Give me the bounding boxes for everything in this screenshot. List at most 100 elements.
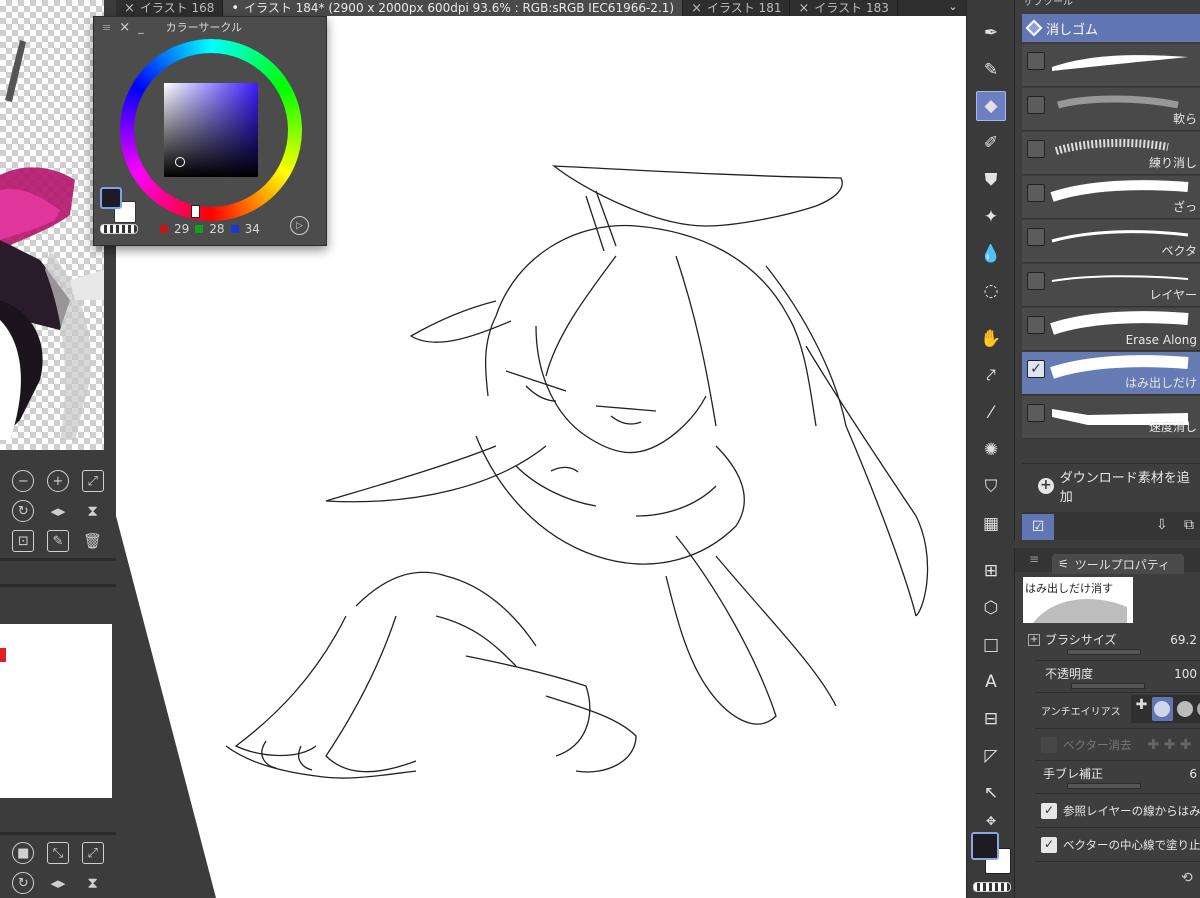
fill-bucket-icon[interactable]: ⛉: [976, 472, 1006, 502]
color-circle-panel: ≡ × _ カラーサークル 29 28 34 ▷: [93, 16, 327, 246]
flip-horizontal-button-2[interactable]: ◂▸: [47, 872, 69, 894]
edit-preview-button[interactable]: ✎: [46, 530, 69, 552]
gradient-icon[interactable]: ▦: [976, 509, 1006, 539]
flip-horizontal-button[interactable]: ◂▸: [47, 500, 69, 522]
brush-item[interactable]: ベクタ: [1022, 220, 1200, 263]
vector-centerline-checkbox[interactable]: ✓: [1041, 837, 1057, 853]
eyedropper-icon[interactable]: ⁄: [976, 398, 1006, 428]
brush-checkbox[interactable]: [1027, 404, 1045, 422]
burst-icon[interactable]: ✺: [976, 435, 1006, 465]
tab-illust-183[interactable]: × イラスト 183: [790, 0, 898, 16]
tab-illust-181[interactable]: × イラスト 181: [683, 0, 791, 16]
blend-drop-icon[interactable]: 💧: [976, 239, 1006, 269]
object-select-icon[interactable]: ↖: [976, 778, 1006, 808]
menu-icon[interactable]: ≡: [102, 21, 111, 34]
color-picker-cursor[interactable]: [175, 157, 185, 167]
fit-navigator-button[interactable]: ⤡: [46, 842, 69, 864]
brush-item[interactable]: 速度消し: [1022, 396, 1200, 439]
vector-erase-checkbox: [1041, 737, 1057, 753]
transparent-color-swatch[interactable]: [973, 882, 1011, 892]
fit-button[interactable]: ⤢: [81, 470, 104, 492]
zoom-in-button[interactable]: +: [46, 470, 69, 492]
opacity-row[interactable]: 不透明度 100: [1041, 665, 1200, 689]
navigator-preview[interactable]: [0, 0, 104, 450]
play-icon[interactable]: ▷: [290, 216, 309, 235]
expand-icon[interactable]: +: [1028, 634, 1040, 646]
sparkle-icon[interactable]: ✦: [976, 202, 1006, 232]
brush-checkbox[interactable]: [1027, 272, 1045, 290]
transparent-color-swatch[interactable]: [100, 224, 138, 234]
antialias-none-icon[interactable]: ✚: [1133, 697, 1150, 721]
sub-view-preview[interactable]: [0, 624, 112, 798]
rectangle-icon[interactable]: □: [976, 630, 1006, 660]
rotate-reset-button[interactable]: ↻: [12, 500, 35, 522]
pencil-icon[interactable]: ✎: [976, 55, 1006, 85]
download-material-button[interactable]: + ダウンロード素材を追加: [1022, 463, 1200, 507]
lasso-icon[interactable]: ◌: [976, 276, 1006, 306]
antialias-weak-icon[interactable]: [1152, 697, 1173, 721]
eraser-icon[interactable]: ◆: [976, 91, 1006, 121]
brush-checkbox-checked[interactable]: ✓: [1027, 360, 1045, 378]
main-color-swatch[interactable]: [971, 832, 999, 860]
subtool-group-eraser[interactable]: 消しゴム: [1022, 14, 1200, 42]
brush-item[interactable]: 軟ら: [1022, 88, 1200, 131]
chevron-down-icon[interactable]: ⌄: [940, 0, 966, 16]
stabilization-slider[interactable]: [1067, 783, 1141, 789]
reference-layer-checkbox[interactable]: ✓: [1041, 803, 1057, 819]
antialias-medium-icon[interactable]: [1175, 697, 1195, 721]
stamp-icon[interactable]: ⛊: [976, 165, 1006, 195]
brush-item-selected[interactable]: ✓ はみ出しだけ: [1022, 352, 1200, 395]
brush-item[interactable]: Erase Along: [1022, 308, 1200, 351]
minimize-icon[interactable]: _: [138, 21, 144, 34]
subview-row-2: ↻ ◂▸ ⧗: [0, 868, 116, 898]
brush-item[interactable]: ざっ: [1022, 176, 1200, 219]
tab-tool-property[interactable]: ⚟ ツールプロパティ: [1052, 554, 1184, 574]
brush-checkbox[interactable]: [1027, 96, 1045, 114]
frame-icon[interactable]: ⊟: [976, 704, 1006, 734]
close-icon[interactable]: ×: [798, 2, 809, 15]
tab-illust-184[interactable]: • イラスト 184* (2900 x 2000px 600dpi 93.6% :…: [223, 0, 684, 16]
new-preview-button[interactable]: ⊡: [12, 530, 35, 552]
perspective-grid-icon[interactable]: ⊞: [976, 556, 1006, 586]
brush-size-slider[interactable]: [1067, 649, 1141, 655]
marker-icon[interactable]: ✐: [976, 128, 1006, 158]
brush-item[interactable]: 練り消し: [1022, 132, 1200, 175]
zoom-out-button[interactable]: −: [12, 470, 35, 492]
brush-checkbox[interactable]: [1027, 140, 1045, 158]
brush-item[interactable]: レイヤー: [1022, 264, 1200, 307]
expand-button[interactable]: ⤢: [81, 842, 104, 864]
vector-centerline-row[interactable]: ✓ ベクターの中心線で塗り止: [1041, 834, 1200, 856]
import-icon[interactable]: ⇩: [1156, 517, 1168, 533]
subtool-select-icon[interactable]: ☑: [1022, 514, 1054, 540]
delete-preview-button[interactable]: 🗑: [82, 530, 104, 552]
pen-nib-icon[interactable]: ✒: [976, 18, 1006, 48]
hand-icon[interactable]: ✋: [976, 324, 1006, 354]
flip-vertical-button[interactable]: ⧗: [82, 500, 104, 522]
line-art-sketch: [225, 165, 929, 779]
ruler-icon[interactable]: ◸: [976, 741, 1006, 771]
brush-checkbox[interactable]: [1027, 184, 1045, 202]
text-icon[interactable]: A: [976, 667, 1006, 697]
restore-default-icon[interactable]: ⟲: [1181, 870, 1193, 886]
brush-checkbox[interactable]: [1027, 228, 1045, 246]
brush-checkbox[interactable]: [1027, 316, 1045, 334]
reference-layer-row[interactable]: ✓ 参照レイヤーの線からはみ出: [1041, 800, 1200, 822]
close-icon[interactable]: ×: [124, 2, 135, 15]
duplicate-icon[interactable]: ⧉: [1184, 517, 1194, 533]
stop-icon[interactable]: ■: [12, 842, 35, 864]
3d-cube-icon[interactable]: ⬡: [976, 593, 1006, 623]
brush-size-row[interactable]: + ブラシサイズ 69.2: [1028, 631, 1200, 655]
bezier-icon[interactable]: ⤤: [976, 361, 1006, 391]
main-color-swatch[interactable]: [100, 187, 122, 209]
close-icon[interactable]: ×: [119, 20, 130, 35]
opacity-slider[interactable]: [1071, 683, 1145, 689]
flip-vertical-button-2[interactable]: ⧗: [82, 872, 104, 894]
hue-marker[interactable]: [191, 205, 200, 218]
stabilization-row[interactable]: 手ブレ補正 6: [1041, 765, 1200, 789]
brush-checkbox[interactable]: [1027, 52, 1045, 70]
menu-icon[interactable]: ≡: [1029, 552, 1039, 566]
rotate-reset-button-2[interactable]: ↻: [12, 872, 35, 894]
tab-illust-168[interactable]: × イラスト 168: [116, 0, 224, 16]
brush-item[interactable]: [1022, 44, 1200, 87]
close-icon[interactable]: ×: [691, 2, 702, 15]
